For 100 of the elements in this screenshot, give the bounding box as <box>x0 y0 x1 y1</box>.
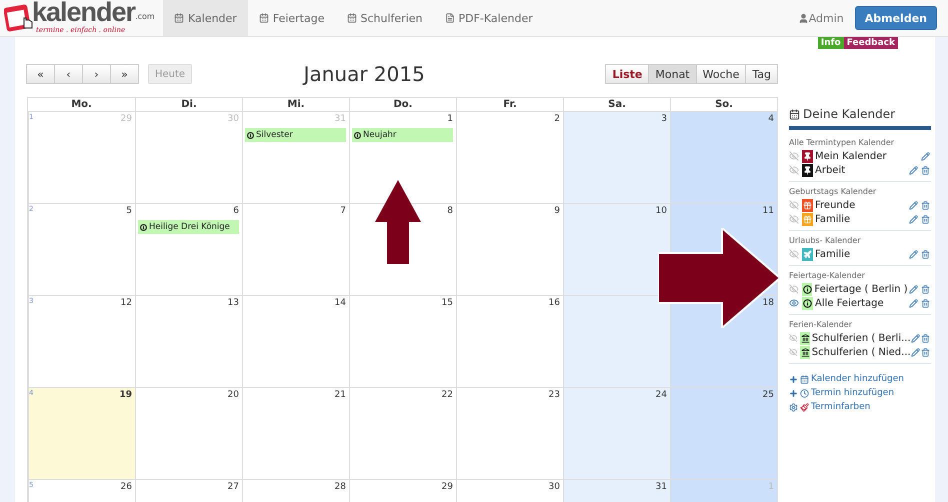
weekday-header: So. <box>670 98 777 111</box>
edit-icon[interactable] <box>908 166 918 174</box>
edit-icon[interactable] <box>908 250 918 258</box>
day-number: 3 <box>661 114 667 125</box>
day-cell[interactable]: 25 <box>670 388 777 479</box>
calendar-name[interactable]: Arbeit <box>815 164 907 176</box>
info-icon <box>140 224 147 230</box>
day-number: 29 <box>120 114 132 125</box>
day-cell[interactable]: 31 Silvester <box>242 112 349 203</box>
day-cell[interactable]: 10 <box>563 204 670 295</box>
group-title: Feiertage-Kalender <box>789 271 866 280</box>
nav-tab[interactable]: PDF-Kalender <box>434 0 544 36</box>
trash-icon[interactable] <box>920 298 930 308</box>
calendar-event[interactable]: Heilige Drei Könige <box>138 220 239 234</box>
view-tab[interactable]: Tag <box>745 64 778 84</box>
day-number: 19 <box>119 390 132 401</box>
user-link[interactable]: Admin <box>798 0 844 36</box>
calendar-event[interactable]: Neujahr <box>352 128 453 142</box>
trash-icon[interactable] <box>921 348 930 356</box>
nav-tab[interactable]: Kalender <box>163 0 248 36</box>
day-number: 30 <box>548 482 560 493</box>
day-number: 24 <box>656 390 667 401</box>
logout-button[interactable]: Abmelden <box>854 6 937 30</box>
day-cell[interactable]: 3 <box>563 112 670 203</box>
nav-arrow-button[interactable]: » <box>110 64 139 84</box>
trash-icon[interactable] <box>920 214 930 224</box>
day-number: 20 <box>228 390 239 401</box>
badge-link[interactable]: Feedback <box>844 37 898 49</box>
view-tab[interactable]: Monat <box>648 64 697 84</box>
day-number: 28 <box>334 482 346 493</box>
calendar-event[interactable]: Silvester <box>245 128 346 142</box>
info-icon <box>247 132 254 138</box>
view-tab[interactable]: Liste <box>605 64 650 84</box>
nav-tab[interactable]: Feiertage <box>248 0 336 36</box>
edit-icon[interactable] <box>908 298 918 308</box>
calendar-name[interactable]: Alle Feiertage <box>815 298 907 308</box>
calendar-name[interactable]: Familie <box>815 214 907 224</box>
sidebar-link[interactable]: Termin hinzufügen <box>789 386 931 400</box>
view-tab[interactable]: Woche <box>696 64 746 84</box>
weekday-header: Do. <box>349 98 456 111</box>
calendar-name[interactable]: Schulferien ( Nied... <box>812 346 911 358</box>
file-icon <box>444 13 454 23</box>
calendar-name[interactable]: Feiertage ( Berlin ) <box>814 284 908 294</box>
eye-icon[interactable] <box>789 298 799 308</box>
calendar-name[interactable]: Mein Kalender <box>815 150 907 162</box>
day-number: 30 <box>228 114 239 125</box>
weekday-header: Di. <box>135 98 242 111</box>
day-number: 29 <box>442 482 453 493</box>
day-number: 11 <box>762 206 774 217</box>
calendar-icon <box>174 13 184 23</box>
calendar-icon <box>258 13 269 23</box>
month-title: Januar 2015 <box>302 62 426 86</box>
day-cell[interactable]: 24 <box>563 388 670 479</box>
sidebar-link[interactable]: Terminfarben <box>789 400 931 414</box>
edit-icon[interactable] <box>911 334 920 342</box>
day-number: 21 <box>334 390 346 401</box>
day-cell[interactable]: 31 <box>563 480 670 502</box>
weekday-header: Fr. <box>456 98 563 111</box>
day-number: 7 <box>340 206 346 217</box>
trash-icon[interactable] <box>920 284 930 294</box>
edit-icon[interactable] <box>920 152 930 160</box>
day-number: 9 <box>554 206 560 217</box>
day-number: 27 <box>228 482 239 493</box>
edit-icon[interactable] <box>909 284 918 294</box>
trash-icon[interactable] <box>920 166 930 174</box>
sidebar-link[interactable]: Kalender hinzufügen <box>789 372 931 386</box>
nav-arrow-button[interactable]: ‹ <box>54 64 83 84</box>
day-number: 6 <box>233 206 239 217</box>
weekday-header: Mi. <box>242 98 349 111</box>
calendar-icon <box>800 374 809 384</box>
weekday-header: Sa. <box>563 98 670 111</box>
brush-icon <box>800 402 809 412</box>
trash-icon[interactable] <box>920 250 930 258</box>
logo-suffix: .com <box>135 12 155 21</box>
calendar-name[interactable]: Freunde <box>815 200 907 210</box>
settings-icon <box>789 402 798 412</box>
nav-arrow-button[interactable]: « <box>26 64 55 84</box>
day-number: 31 <box>656 482 667 493</box>
trash-icon[interactable] <box>920 200 930 210</box>
clock-icon <box>800 388 809 398</box>
group-title: Urlaubs- Kalender <box>789 236 862 245</box>
day-cell[interactable]: 4 <box>670 112 777 203</box>
calendar-name[interactable]: Schulferien ( Berli... <box>812 332 911 344</box>
day-cell[interactable] <box>563 296 670 387</box>
edit-icon[interactable] <box>911 348 920 356</box>
nav-tab[interactable]: Schulferien <box>336 0 434 36</box>
weekday-header: Mo. <box>70 98 93 111</box>
calendar-name[interactable]: Familie <box>815 248 907 260</box>
day-number: 25 <box>762 390 774 401</box>
sidebar-title: Deine Kalender <box>789 107 931 121</box>
edit-icon[interactable] <box>908 200 918 210</box>
trash-icon[interactable] <box>921 334 930 342</box>
calendar-icon <box>346 13 356 23</box>
nav-arrow-button[interactable]: › <box>82 64 111 84</box>
day-cell[interactable]: 1 Neujahr <box>349 112 456 203</box>
day-number: 1 <box>447 114 453 125</box>
day-cell[interactable]: 6 Heilige Drei Könige <box>135 204 242 295</box>
edit-icon[interactable] <box>908 214 918 224</box>
plus-icon <box>789 388 798 398</box>
calendar-icon <box>789 108 800 120</box>
